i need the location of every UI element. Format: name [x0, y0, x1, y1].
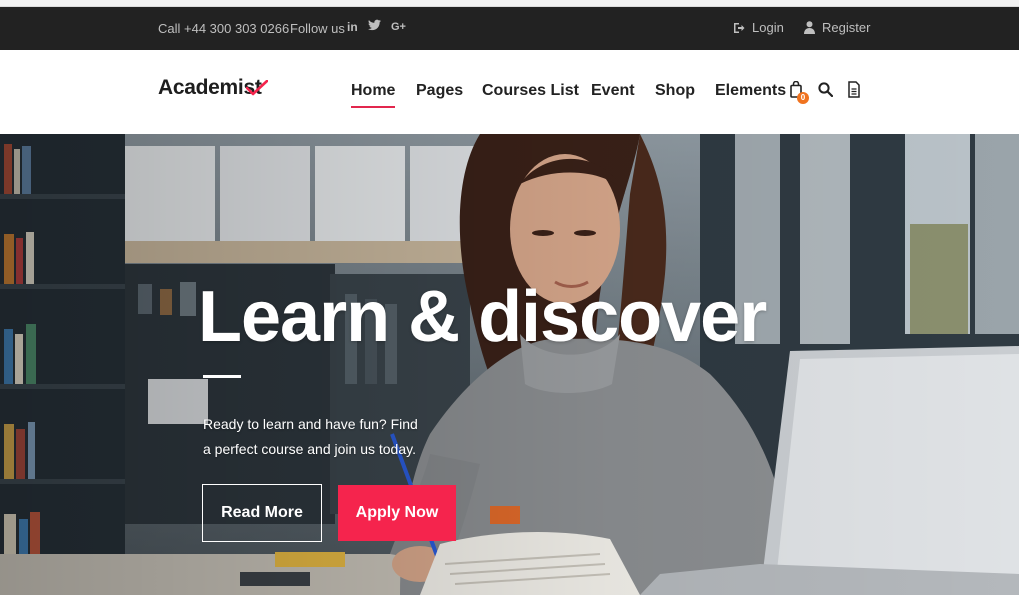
twitter-icon[interactable]: [368, 19, 381, 31]
cart-count-badge: 0: [797, 92, 809, 104]
document-icon[interactable]: [848, 81, 860, 103]
login-icon: [733, 22, 745, 34]
nav-home[interactable]: Home: [351, 82, 396, 108]
googleplus-icon[interactable]: G+: [391, 21, 406, 33]
top-bar: Call +44 300 303 0266 Follow us in G+ Lo…: [0, 7, 1019, 50]
hero-description: Ready to learn and have fun? Find a perf…: [203, 416, 418, 457]
browser-top-strip: [0, 0, 1019, 7]
logo-check-icon: [245, 79, 269, 101]
nav-pages[interactable]: Pages: [416, 82, 463, 100]
hero-title-divider: [203, 375, 241, 378]
search-icon[interactable]: [818, 82, 834, 102]
nav-elements[interactable]: Elements: [715, 82, 786, 100]
nav-courses-list[interactable]: Courses List: [482, 82, 579, 100]
read-more-button[interactable]: Read More: [202, 484, 322, 542]
register-link[interactable]: Register: [804, 20, 870, 35]
main-header: Academist Home Pages Courses List Event …: [0, 50, 1019, 134]
register-label: Register: [822, 20, 871, 35]
apply-now-button[interactable]: Apply Now: [338, 485, 456, 541]
nav-shop[interactable]: Shop: [655, 82, 695, 100]
follow-us-label: Follow us: [290, 21, 345, 36]
login-label: Login: [752, 20, 784, 35]
login-link[interactable]: Login: [733, 20, 784, 35]
hero-section: Learn & discover Ready to learn and have…: [0, 134, 1019, 595]
nav-event[interactable]: Event: [591, 82, 635, 100]
hero-title: Learn & discover: [198, 277, 767, 357]
hero-background-photo: [0, 134, 1019, 595]
user-icon: [804, 21, 815, 34]
phone-number: Call +44 300 303 0266: [158, 21, 290, 36]
linkedin-icon[interactable]: in: [347, 20, 358, 34]
